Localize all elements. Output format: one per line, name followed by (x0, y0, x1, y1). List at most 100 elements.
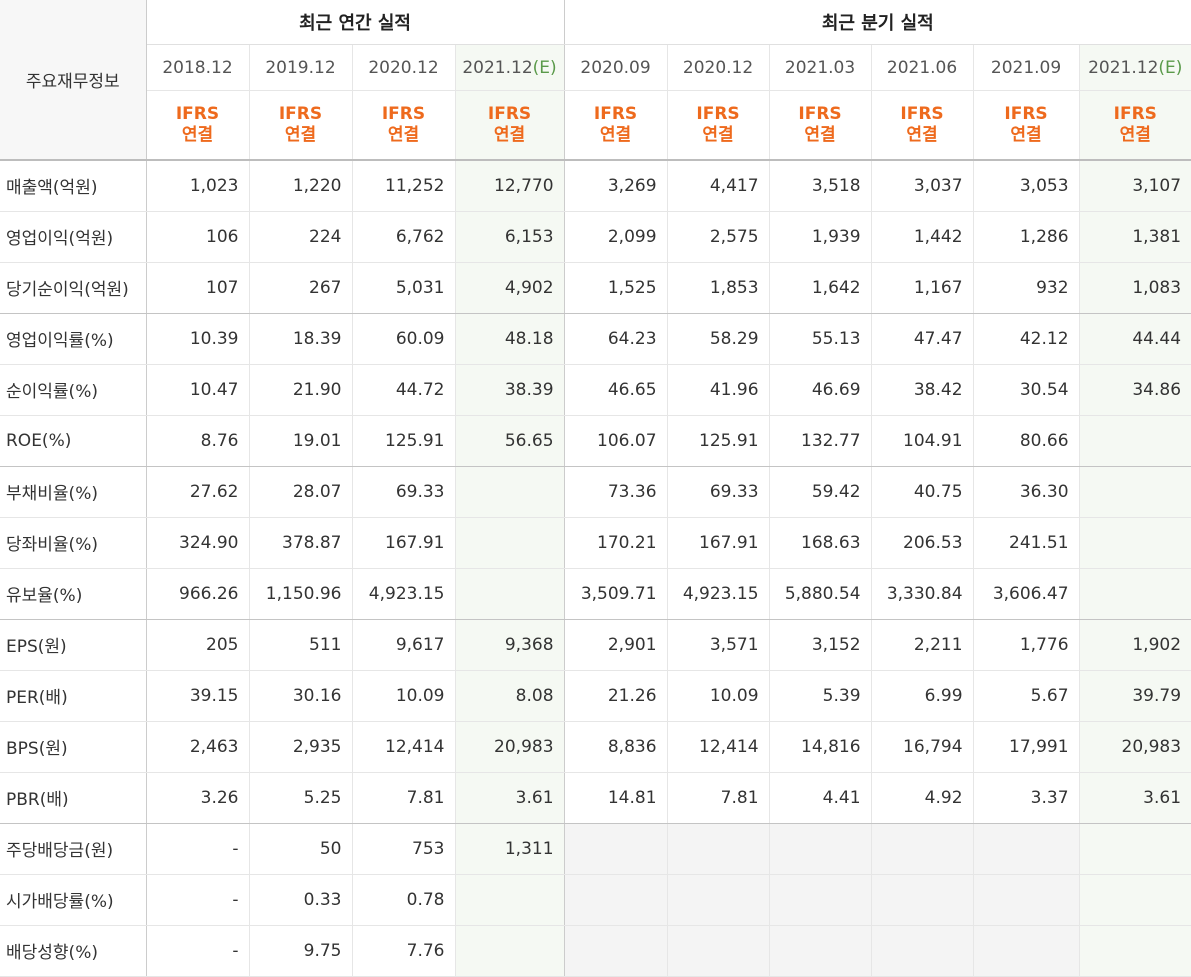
row-label: BPS(원) (0, 721, 147, 773)
basis-label: IFRS 연결 (455, 90, 565, 161)
value-cell (1079, 568, 1191, 620)
row-label: 주당배당금(원) (0, 823, 147, 875)
value-cell: 8,836 (564, 721, 668, 773)
value-cell: 378.87 (249, 517, 353, 569)
financial-summary-table: 주요재무정보 최근 연간 실적 최근 분기 실적 2018.12 2019.12 2… (0, 0, 1191, 977)
value-cell (455, 517, 565, 569)
value-cell: - (146, 925, 250, 977)
value-cell: 0.78 (352, 874, 456, 926)
value-cell: 10.09 (667, 670, 770, 722)
value-cell (667, 925, 770, 977)
value-cell: 69.33 (667, 466, 770, 518)
value-cell: 104.91 (871, 415, 974, 467)
value-cell (455, 568, 565, 620)
value-cell: 106 (146, 211, 250, 263)
basis-bottom: 연결 (599, 125, 632, 145)
value-cell (1079, 466, 1191, 518)
basis-label: IFRS 연결 (667, 90, 770, 161)
value-cell: 19.01 (249, 415, 353, 467)
table-row: PBR(배) 3.26 5.25 7.81 3.61 14.81 7.81 4.41 4.92 3… (0, 772, 1191, 824)
value-cell: 132.77 (769, 415, 872, 467)
row-label: 유보율(%) (0, 568, 147, 620)
value-cell: 966.26 (146, 568, 250, 620)
value-cell: 241.51 (973, 517, 1080, 569)
basis-bottom: 연결 (387, 125, 420, 145)
period-label: 2021.09 (990, 57, 1062, 78)
period-label: 2021.06 (886, 57, 958, 78)
value-cell: 12,414 (352, 721, 456, 773)
value-cell: 14.81 (564, 772, 668, 824)
basis-top: IFRS (278, 104, 323, 124)
value-cell: 9.75 (249, 925, 353, 977)
value-cell: 58.29 (667, 313, 770, 365)
value-cell (871, 874, 974, 926)
row-label: 시가배당률(%) (0, 874, 147, 926)
value-cell: 168.63 (769, 517, 872, 569)
value-cell (667, 823, 770, 875)
value-cell: 21.90 (249, 364, 353, 416)
value-cell: 12,770 (455, 160, 565, 212)
value-cell: 8.08 (455, 670, 565, 722)
value-cell: 59.42 (769, 466, 872, 518)
basis-top: IFRS (1004, 104, 1048, 124)
value-cell: 6,153 (455, 211, 565, 263)
basis-label: IFRS 연결 (1079, 90, 1191, 161)
value-cell: 6.99 (871, 670, 974, 722)
table-row: 당기순이익(억원) 107 267 5,031 4,902 1,525 1,853 1,642… (0, 262, 1191, 314)
value-cell (455, 874, 565, 926)
value-cell: 2,575 (667, 211, 770, 263)
header-corner: 주요재무정보 (0, 0, 147, 161)
value-cell: 80.66 (973, 415, 1080, 467)
value-cell: 2,463 (146, 721, 250, 773)
value-cell: 27.62 (146, 466, 250, 518)
period-header: 2021.12(E) (1079, 44, 1191, 91)
table-row: BPS(원) 2,463 2,935 12,414 20,983 8,836 12,414 1… (0, 721, 1191, 773)
value-cell: 3.61 (455, 772, 565, 824)
value-cell: 3,053 (973, 160, 1080, 212)
value-cell: 932 (973, 262, 1080, 314)
value-cell: 18.39 (249, 313, 353, 365)
value-cell: 267 (249, 262, 353, 314)
value-cell: 16,794 (871, 721, 974, 773)
value-cell: 7.81 (352, 772, 456, 824)
basis-bottom: 연결 (493, 125, 526, 145)
value-cell: 30.54 (973, 364, 1080, 416)
value-cell: 1,642 (769, 262, 872, 314)
value-cell: 12,414 (667, 721, 770, 773)
period-header: 2018.12 (146, 44, 250, 91)
value-cell: 4,923.15 (352, 568, 456, 620)
value-cell: 34.86 (1079, 364, 1191, 416)
value-cell: 167.91 (352, 517, 456, 569)
value-cell: 4.92 (871, 772, 974, 824)
row-label: 당기순이익(억원) (0, 262, 147, 314)
value-cell: 3,269 (564, 160, 668, 212)
period-label: 2021.03 (784, 57, 856, 78)
value-cell: 0.33 (249, 874, 353, 926)
value-cell: 3,107 (1079, 160, 1191, 212)
value-cell (769, 874, 872, 926)
value-cell: 2,099 (564, 211, 668, 263)
period-row: 2018.12 2019.12 2020.12 2021.12(E) 2020.09 20… (0, 44, 1191, 91)
value-cell: 17,991 (973, 721, 1080, 773)
basis-top: IFRS (1113, 104, 1157, 124)
row-label: EPS(원) (0, 619, 147, 671)
basis-label: IFRS 연결 (769, 90, 872, 161)
table-row: 당좌비율(%) 324.90 378.87 167.91 170.21 167.91 168… (0, 517, 1191, 569)
value-cell: 106.07 (564, 415, 668, 467)
value-cell (1079, 517, 1191, 569)
period-header: 2021.06 (871, 44, 974, 91)
value-cell: 48.18 (455, 313, 565, 365)
value-cell: 10.47 (146, 364, 250, 416)
row-label: 매출액(억원) (0, 160, 147, 212)
period-label: 2019.12 (265, 57, 336, 78)
value-cell: 324.90 (146, 517, 250, 569)
value-cell: 5,031 (352, 262, 456, 314)
value-cell: 46.69 (769, 364, 872, 416)
value-cell (1079, 874, 1191, 926)
row-label: 영업이익률(%) (0, 313, 147, 365)
value-cell: 3,571 (667, 619, 770, 671)
table-row: PER(배) 39.15 30.16 10.09 8.08 21.26 10.09 5.39 6… (0, 670, 1191, 722)
value-cell (564, 925, 668, 977)
value-cell: 60.09 (352, 313, 456, 365)
value-cell: 1,220 (249, 160, 353, 212)
